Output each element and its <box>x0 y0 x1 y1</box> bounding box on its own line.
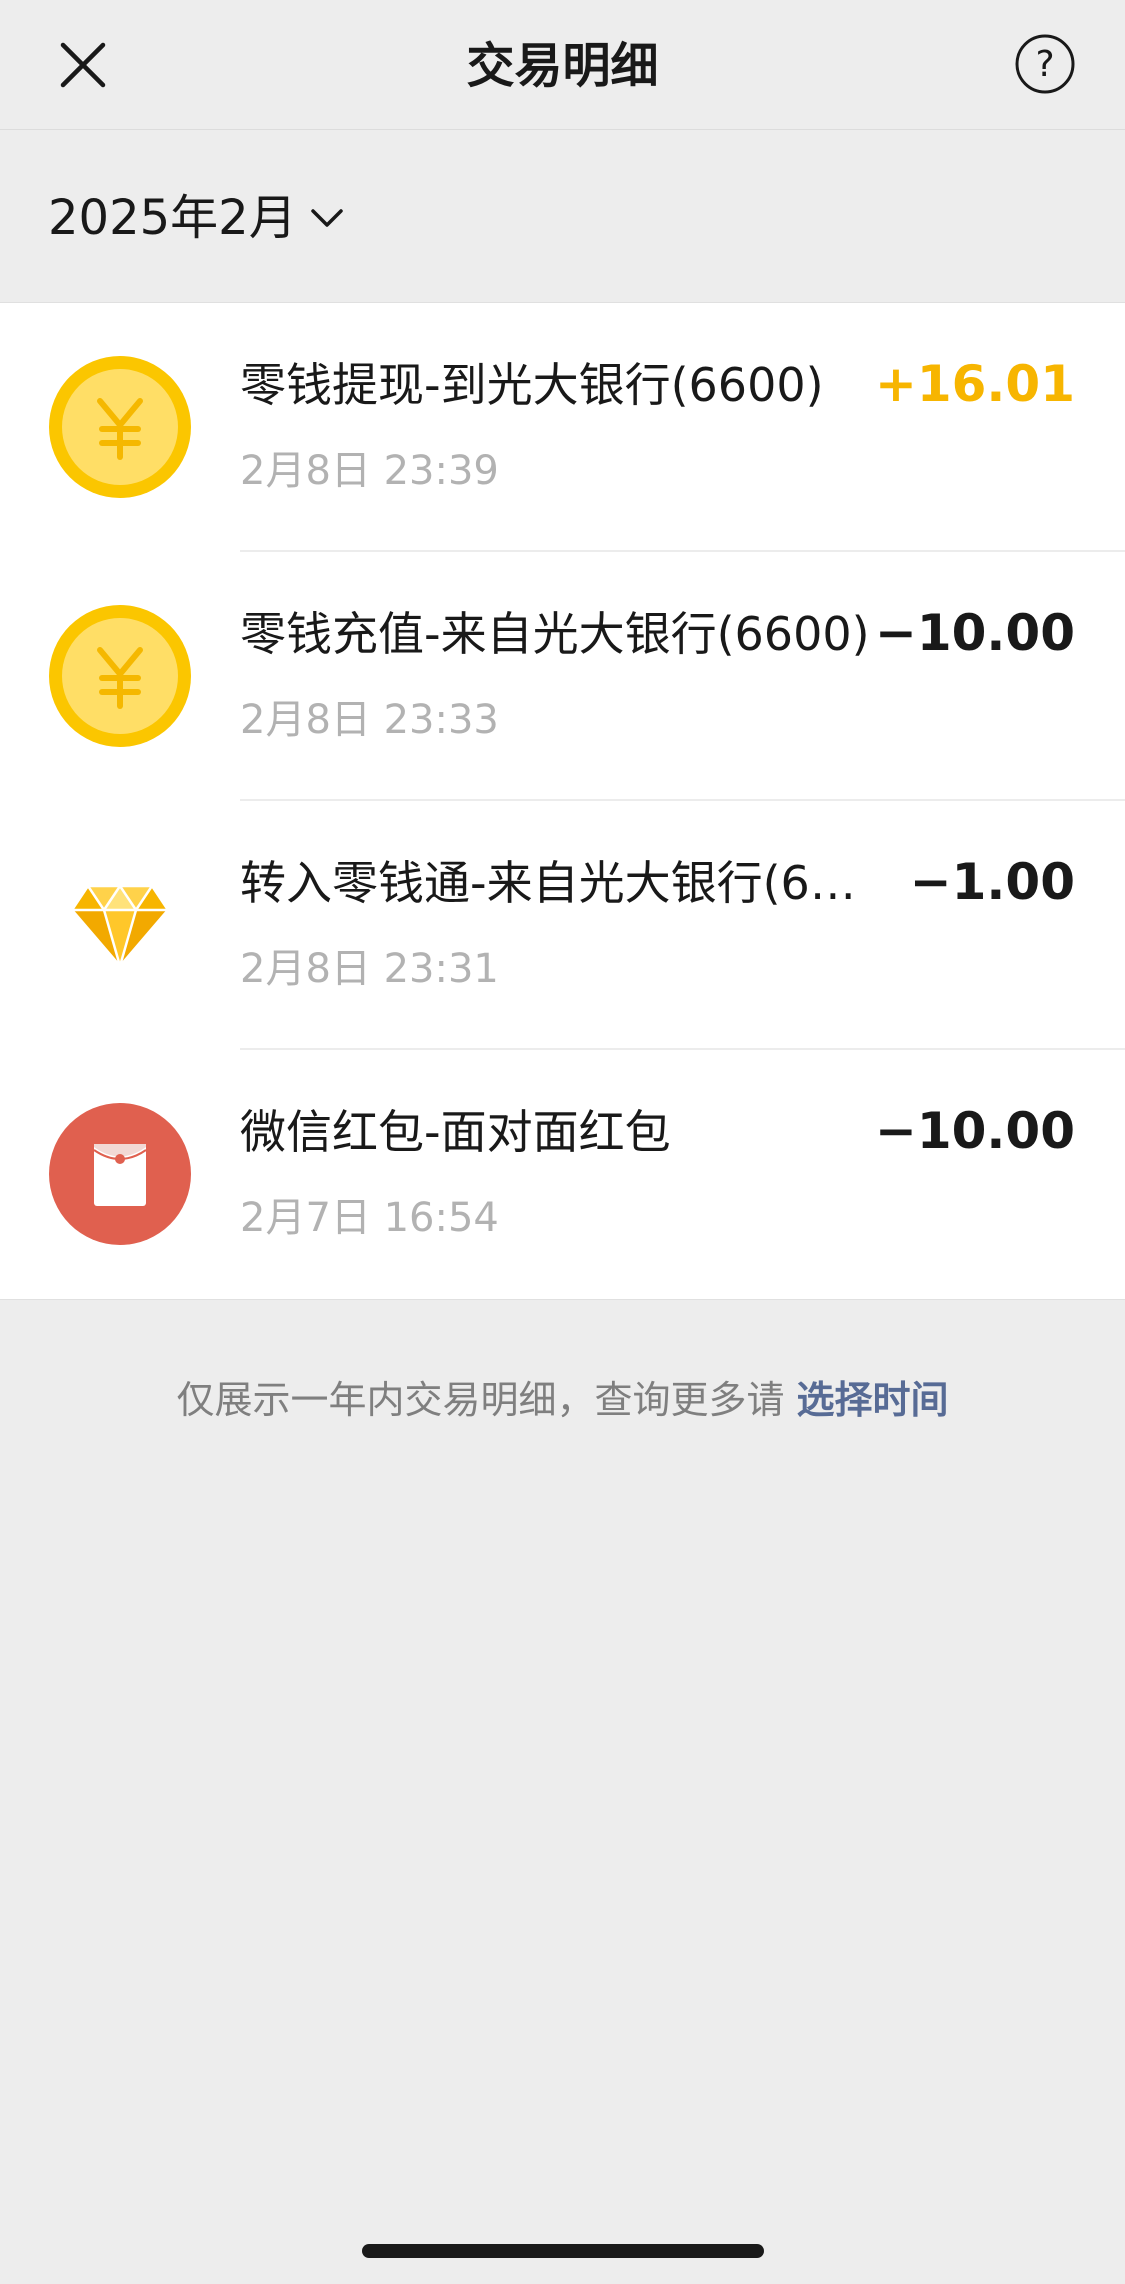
transaction-amount: −1.00 <box>909 853 1075 911</box>
red-packet-icon <box>48 1102 192 1246</box>
transaction-time: 2月7日 16:54 <box>240 1195 499 1241</box>
transaction-name: 零钱充值-来自光大银行(6600) <box>240 607 870 661</box>
transaction-name: 微信红包-面对面红包 <box>240 1105 671 1159</box>
transaction-amount: +16.01 <box>874 355 1075 413</box>
month-label: 2025年2月 <box>48 190 297 246</box>
history-note: 仅展示一年内交易明细，查询更多请 选择时间 <box>0 1370 1125 1430</box>
month-selector[interactable]: 2025年2月 <box>48 186 347 250</box>
transaction-amount: −10.00 <box>874 1102 1075 1160</box>
transaction-row[interactable]: 微信红包-面对面红包 2月7日 16:54 −10.00 <box>0 1050 1125 1299</box>
home-indicator[interactable] <box>362 2244 764 2258</box>
transaction-details-page: 交易明细 ? 2025年2月 零钱提现-到光大银行(6600) 2月8日 23:… <box>0 0 1125 2284</box>
help-button[interactable]: ? <box>1013 32 1077 96</box>
svg-text:?: ? <box>1035 44 1054 85</box>
history-note-text: 仅展示一年内交易明细，查询更多请 <box>176 1378 797 1422</box>
transaction-row[interactable]: 转入零钱通-来自光大银行(6600) 2月8日 23:31 −1.00 <box>0 801 1125 1050</box>
diamond-icon <box>48 853 192 997</box>
coin-icon <box>48 604 192 748</box>
page-title: 交易明细 <box>466 38 659 94</box>
transaction-time: 2月8日 23:31 <box>240 946 499 992</box>
select-time-link[interactable]: 选择时间 <box>797 1378 949 1422</box>
transaction-list: 零钱提现-到光大银行(6600) 2月8日 23:39 +16.01 零钱充值-… <box>0 302 1125 1300</box>
coin-icon <box>48 355 192 499</box>
transaction-name: 转入零钱通-来自光大银行(6600) <box>240 856 870 910</box>
transaction-row[interactable]: 零钱提现-到光大银行(6600) 2月8日 23:39 +16.01 <box>0 303 1125 552</box>
help-icon: ? <box>1015 34 1075 94</box>
transaction-time: 2月8日 23:33 <box>240 697 499 743</box>
transaction-amount: −10.00 <box>874 604 1075 662</box>
transaction-time: 2月8日 23:39 <box>240 448 499 494</box>
month-bar: 2025年2月 <box>0 131 1125 301</box>
chevron-down-icon <box>307 198 347 238</box>
nav-bar: 交易明细 ? <box>0 0 1125 130</box>
transaction-name: 零钱提现-到光大银行(6600) <box>240 358 824 412</box>
transaction-row[interactable]: 零钱充值-来自光大银行(6600) 2月8日 23:33 −10.00 <box>0 552 1125 801</box>
